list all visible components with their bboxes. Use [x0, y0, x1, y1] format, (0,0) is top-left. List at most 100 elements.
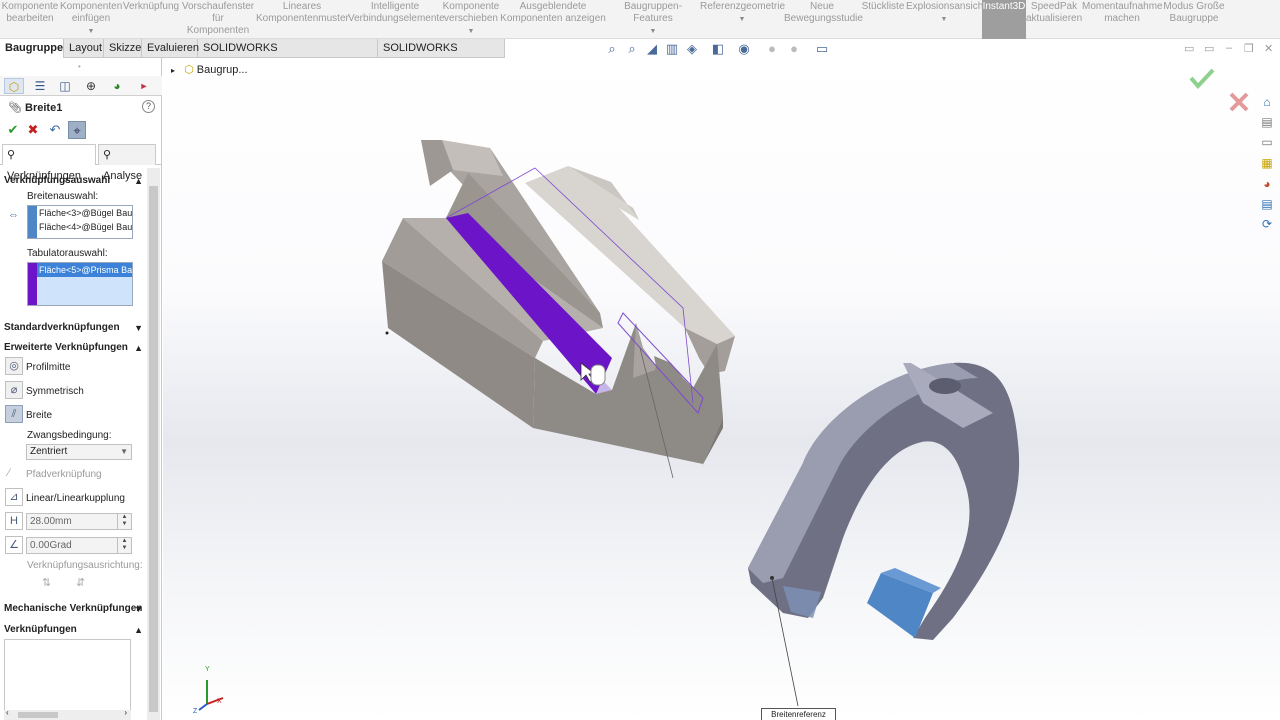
- recovery-icon[interactable]: ⟳: [1259, 216, 1275, 232]
- graphics-area[interactable]: ▸ ⬡ Baugrup... Y X Z Breitenreferenz ⌂ ▤…: [163, 58, 1280, 720]
- propertymanager-tab-icon[interactable]: ☰: [30, 78, 50, 94]
- zoom-area-icon[interactable]: ⌕: [624, 41, 640, 57]
- large-assembly-mode-button[interactable]: Modus Große Baugruppe: [1162, 0, 1226, 39]
- view-settings-icon[interactable]: ▭: [814, 41, 830, 57]
- close-icon[interactable]: ✕: [1264, 42, 1273, 55]
- bom-button[interactable]: Stückliste: [860, 0, 906, 39]
- tab-skizze[interactable]: Skizze: [104, 39, 142, 58]
- assembly-features-button[interactable]: Baugruppen-Features ▼: [606, 0, 700, 39]
- exploded-view-button[interactable]: Explosionsansicht ▼: [906, 0, 986, 39]
- custom-properties-icon[interactable]: ▤: [1259, 196, 1275, 212]
- width-selection-box[interactable]: Fläche<3>@Bügel Baue Fläche<4>@Bügel Bau…: [27, 205, 133, 239]
- model-canvas[interactable]: [163, 58, 1280, 720]
- scrollbar-thumb[interactable]: [18, 712, 58, 718]
- list-item[interactable]: Fläche<3>@Bügel Baue: [28, 206, 132, 220]
- mates-header[interactable]: Verknüpfungen ▲: [0, 622, 147, 638]
- confirm-cancel-icon[interactable]: [1229, 92, 1249, 112]
- standard-mates-header[interactable]: Standardverknüpfungen ▼: [0, 320, 147, 336]
- display-manager-tab-icon[interactable]: ◕: [107, 78, 127, 94]
- collapse-handle-icon[interactable]: •: [78, 62, 81, 71]
- move-component-button[interactable]: Komponente verschieben ▼: [442, 0, 500, 39]
- reference-geometry-button[interactable]: Referenzgeometrie ▼: [700, 0, 785, 39]
- width-option[interactable]: Breite: [26, 410, 52, 421]
- spinner-icon[interactable]: ▲ ▼: [117, 538, 131, 553]
- spinner-icon[interactable]: ▲ ▼: [117, 514, 131, 529]
- width-icon[interactable]: ⫽: [5, 405, 23, 423]
- anti-aligned-icon[interactable]: ⇵: [76, 576, 85, 589]
- pushpin-icon[interactable]: ⌖: [68, 121, 86, 139]
- help-icon[interactable]: ?: [142, 100, 155, 113]
- ok-icon[interactable]: ✔: [4, 121, 22, 139]
- minimize-icon[interactable]: –: [1226, 42, 1232, 54]
- restore-icon[interactable]: ▭: [1204, 42, 1214, 55]
- selection-section-header[interactable]: Verknüpfungsauswahl ▲: [0, 173, 147, 189]
- library-icon[interactable]: ▤: [1259, 114, 1275, 130]
- angle-field[interactable]: 0.00Grad ▲ ▼: [26, 537, 132, 554]
- tab-verknuepfungen[interactable]: ⚲ Verknüpfungen: [2, 144, 96, 182]
- edit-appearance-icon[interactable]: ●: [764, 41, 780, 57]
- width-reference-callout[interactable]: Breitenreferenz: [761, 708, 836, 720]
- tab-evaluieren[interactable]: Evaluieren: [142, 39, 199, 58]
- list-item[interactable]: Fläche<5>@Prisma Bau: [37, 263, 132, 277]
- section-view-icon[interactable]: ▥: [664, 41, 680, 57]
- more-tabs-icon[interactable]: ►: [134, 78, 154, 94]
- speedpak-button[interactable]: SpeedPak aktualisieren: [1026, 0, 1082, 39]
- tab-analyse[interactable]: ⚲ Analyse: [98, 144, 156, 182]
- symmetric-option[interactable]: Symmetrisch: [26, 386, 84, 397]
- tab-layout[interactable]: Layout: [64, 39, 104, 58]
- mechanical-mates-header[interactable]: Mechanische Verknüpfungen ▼: [0, 601, 147, 617]
- tab-inspection[interactable]: SOLIDWORKS Inspection: [378, 39, 505, 73]
- view-orientation-icon[interactable]: ◈: [684, 41, 700, 57]
- instant3d-button[interactable]: Instant3D: [982, 0, 1026, 39]
- linear-pattern-button[interactable]: Lineares Komponentenmuster: [256, 0, 349, 39]
- undo-icon[interactable]: ↶: [46, 121, 64, 139]
- horizontal-scrollbar[interactable]: ‹ ›: [4, 708, 131, 720]
- tile-icon[interactable]: ▭: [1184, 42, 1194, 55]
- maximize-icon[interactable]: ❐: [1244, 42, 1254, 55]
- profile-center-option[interactable]: Profilmitte: [26, 362, 70, 373]
- buegel-part[interactable]: [748, 362, 1020, 707]
- component-preview-button[interactable]: Vorschaufenster für Komponenten: [180, 0, 256, 39]
- insert-components-button[interactable]: Komponenten einfügen ▼: [60, 0, 122, 39]
- list-item[interactable]: Fläche<4>@Bügel Baue: [28, 220, 132, 234]
- scroll-left-icon[interactable]: ‹: [6, 708, 9, 717]
- mates-list[interactable]: [4, 639, 131, 711]
- confirm-ok-icon[interactable]: [1189, 68, 1215, 89]
- view-palette-icon[interactable]: ▦: [1259, 155, 1275, 171]
- prisma-part[interactable]: [382, 140, 735, 479]
- tab-baugruppe[interactable]: Baugruppe: [0, 39, 64, 58]
- tab-zusatzanwendungen[interactable]: SOLIDWORKS Zusatzanwendungen: [198, 39, 378, 73]
- display-style-icon[interactable]: ◧: [710, 41, 726, 57]
- snapshot-button[interactable]: Momentaufnahme machen: [1082, 0, 1163, 39]
- scroll-right-icon[interactable]: ›: [124, 708, 127, 717]
- symmetric-icon[interactable]: ⌀: [5, 381, 23, 399]
- configurationmanager-tab-icon[interactable]: ◫: [55, 78, 75, 94]
- new-motion-study-button[interactable]: Neue Bewegungsstudie: [784, 0, 863, 39]
- linear-coupler-option[interactable]: Linear/Linearkupplung: [26, 493, 125, 504]
- tab-selection-box[interactable]: Fläche<5>@Prisma Bau: [27, 262, 133, 306]
- hide-show-icon[interactable]: ◉: [736, 41, 752, 57]
- file-explorer-icon[interactable]: ▭: [1259, 134, 1275, 150]
- path-mate-icon[interactable]: ∕: [8, 467, 10, 479]
- cancel-icon[interactable]: ✖: [24, 121, 42, 139]
- path-mate-option[interactable]: Pfadverknüpfung: [26, 469, 102, 480]
- pm-scrollbar[interactable]: [147, 168, 160, 720]
- scene-icon[interactable]: ●: [786, 41, 802, 57]
- zoom-to-fit-icon[interactable]: ⌕: [604, 41, 620, 57]
- home-icon[interactable]: ⌂: [1259, 94, 1275, 110]
- scrollbar-thumb[interactable]: [149, 186, 158, 712]
- constraint-select[interactable]: Zentriert ▼: [26, 444, 132, 460]
- aligned-icon[interactable]: ⇅: [42, 576, 51, 589]
- mate-button[interactable]: Verknüpfung: [122, 0, 180, 39]
- previous-view-icon[interactable]: ◢: [644, 41, 660, 57]
- distance-field[interactable]: 28.00mm ▲ ▼: [26, 513, 132, 530]
- smart-fasteners-button[interactable]: Intelligente Verbindungselemente: [348, 0, 445, 39]
- advanced-mates-header[interactable]: Erweiterte Verknüpfungen ▲: [0, 340, 147, 356]
- edit-component-button[interactable]: Komponente bearbeiten: [0, 0, 60, 39]
- linear-coupler-icon[interactable]: ⊿: [5, 488, 23, 506]
- show-hidden-button[interactable]: Ausgeblendete Komponenten anzeigen: [500, 0, 606, 39]
- profile-center-icon[interactable]: ◎: [5, 357, 23, 375]
- featuremanager-tab-icon[interactable]: ⬡: [4, 78, 24, 94]
- appearances-icon[interactable]: ◕: [1259, 176, 1275, 192]
- dimxpert-tab-icon[interactable]: ⊕: [81, 78, 101, 94]
